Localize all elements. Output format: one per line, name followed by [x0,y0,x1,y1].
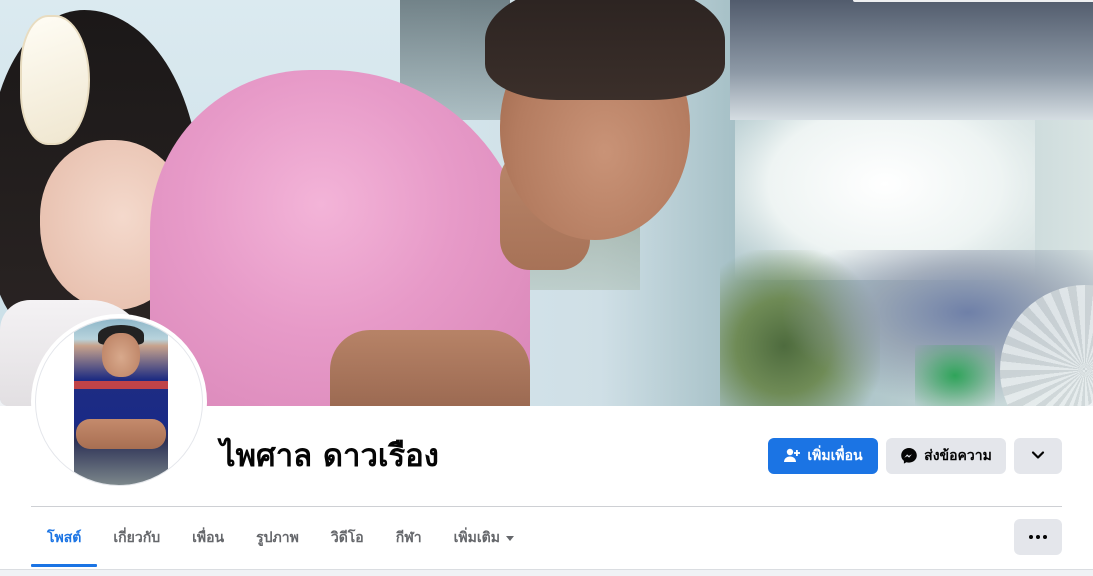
tab-label: โพสต์ [47,530,82,546]
tab-posts[interactable]: โพสต์ [31,510,98,567]
message-button[interactable]: ส่งข้อความ [886,438,1006,474]
message-label: ส่งข้อความ [924,448,992,464]
caret-down-icon [506,535,514,541]
profile-avatar[interactable] [31,314,207,490]
tab-about[interactable]: เกี่ยวกับ [97,510,176,566]
profile-tabs: โพสต์ เกี่ยวกับ เพื่อน รูปภาพ วิดีโอ กีฬ… [31,510,530,567]
tab-label: วิดีโอ [330,530,364,546]
tab-videos[interactable]: วิดีโอ [315,510,380,566]
header-divider [31,506,1062,507]
profile-name: ไพศาล ดาวเรือง [220,438,439,474]
tab-more[interactable]: เพิ่มเติม [438,510,530,566]
person-plus-icon [783,447,801,465]
messenger-icon [900,447,918,465]
tab-label: เพื่อน [192,530,225,546]
chevron-down-icon [1031,448,1045,464]
avatar-photo [35,318,203,486]
tab-label: เกี่ยวกับ [113,530,161,546]
profile-page: ไพศาล ดาวเรือง เพิ่มเพื่อน ส่งข้อความ โพ… [0,0,1093,576]
tab-photos[interactable]: รูปภาพ [240,510,315,566]
add-friend-label: เพิ่มเพื่อน [807,448,863,464]
tab-label: กีฬา [395,530,422,546]
add-friend-button[interactable]: เพิ่มเพื่อน [768,438,878,474]
tabs-more-button[interactable] [1014,519,1062,555]
more-dots-icon [1029,535,1047,539]
tab-label: รูปภาพ [256,530,299,546]
more-actions-button[interactable] [1014,438,1062,474]
tab-friends[interactable]: เพื่อน [176,510,240,566]
tab-label: เพิ่มเติม [453,530,500,546]
tab-sports[interactable]: กีฬา [380,510,438,566]
